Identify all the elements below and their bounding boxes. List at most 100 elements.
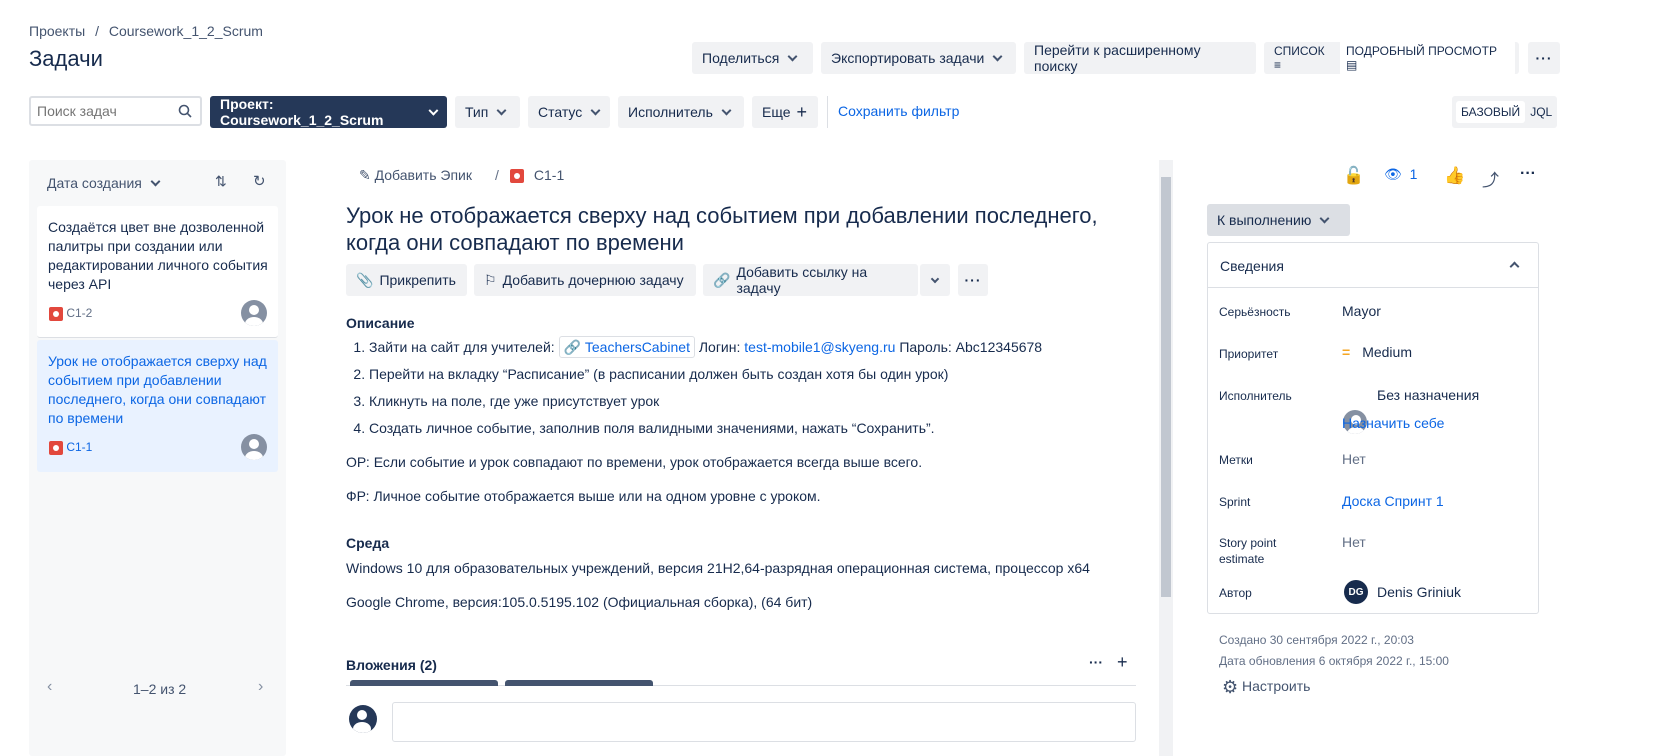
project-filter[interactable]: Проект: Coursework_1_2_Scrum <box>210 96 447 128</box>
add-child-button[interactable]: ⚐ Добавить дочернюю задачу <box>474 264 696 296</box>
environment-heading: Среда <box>346 535 390 551</box>
environment-os: Windows 10 для образовательных учреждени… <box>346 560 1090 576</box>
detail-view-icon: ▤ <box>1346 58 1358 72</box>
issue-key[interactable]: C1-1 <box>510 167 564 184</box>
scrollbar[interactable] <box>1159 160 1173 756</box>
author-label: Автор <box>1219 586 1252 600</box>
share-icon[interactable]: ⤴ <box>1482 166 1499 191</box>
expected-result: ОР: Если событие и урок совпадают по вре… <box>346 454 923 470</box>
breadcrumb-project[interactable]: Coursework_1_2_Scrum <box>109 23 263 39</box>
list-item-title: Урок не отображается сверху над событием… <box>48 353 267 426</box>
chevron-down-icon <box>496 105 507 115</box>
refresh-icon[interactable]: ↻ <box>253 172 266 190</box>
description-steps: Зайти на сайт для учителей: 🔗 TeachersCa… <box>347 334 1147 442</box>
attachments-more-icon[interactable]: ··· <box>1089 654 1103 670</box>
more-icon: ··· <box>964 272 982 288</box>
assignee-value[interactable]: Без назначения <box>1377 387 1479 403</box>
list-item-key: C1-1 <box>49 440 92 455</box>
sprint-value[interactable]: Доска Спринт 1 <box>1342 493 1444 509</box>
assign-to-me-link[interactable]: Назначить себе <box>1342 415 1444 431</box>
prev-page-icon[interactable]: ‹ <box>47 678 52 696</box>
severity-value[interactable]: Mayor <box>1342 303 1381 319</box>
scrollbar-thumb[interactable] <box>1161 177 1171 597</box>
add-epic-button[interactable]: ✎ Добавить Эпик <box>359 167 472 184</box>
step-2: Перейти на вкладку “Расписание” (в распи… <box>369 361 1147 388</box>
issue-list-panel: Дата создания ⇅ ↻ Создаётся цвет вне доз… <box>29 160 286 756</box>
advanced-search-button[interactable]: Перейти к расширенному поиску <box>1024 42 1256 74</box>
severity-label: Серьёзность <box>1219 305 1291 319</box>
comment-input[interactable] <box>392 702 1136 742</box>
search-icon <box>178 104 192 118</box>
more-icon[interactable]: ··· <box>1520 165 1536 183</box>
jql-mode-button[interactable]: JQL <box>1525 105 1557 119</box>
link-dropdown-button[interactable] <box>920 264 950 296</box>
author-avatar: DG <box>1344 580 1368 604</box>
watchers-button[interactable]: 👁 1 <box>1384 166 1417 183</box>
share-button[interactable]: Поделиться <box>692 42 813 74</box>
issue-title[interactable]: Урок не отображается сверху над событием… <box>346 202 1146 256</box>
chevron-down-icon <box>428 105 439 115</box>
like-icon[interactable]: 👍 <box>1444 166 1465 186</box>
attach-button[interactable]: 📎 Прикрепить <box>346 264 467 296</box>
chevron-down-icon <box>787 51 798 61</box>
assignee-filter[interactable]: Исполнитель <box>618 96 744 128</box>
export-button[interactable]: Экспортировать задачи <box>821 42 1016 74</box>
breadcrumb-projects[interactable]: Проекты <box>29 23 85 39</box>
labels-value[interactable]: Нет <box>1342 451 1366 467</box>
plus-icon: + <box>796 101 808 122</box>
list-view-button[interactable]: СПИСОК ≡ <box>1268 44 1340 72</box>
list-item[interactable]: Создаётся цвет вне дозволенной палитры п… <box>37 206 278 338</box>
attachments-heading: Вложения (2) <box>346 657 437 673</box>
list-item-selected[interactable]: Урок не отображается сверху над событием… <box>37 340 278 472</box>
list-item-title: Создаётся цвет вне дозволенной палитры п… <box>48 219 268 292</box>
add-link-button[interactable]: 🔗 Добавить ссылку на задачу <box>703 264 918 296</box>
search-input[interactable] <box>31 98 171 124</box>
paperclip-icon: 📎 <box>356 271 374 288</box>
priority-medium-icon: = <box>1342 344 1351 360</box>
avatar <box>349 705 377 733</box>
divider <box>827 96 828 128</box>
avatar <box>241 434 267 460</box>
search-box <box>29 96 202 126</box>
bug-icon <box>510 169 524 184</box>
view-toggle: СПИСОК ≡ ПОДРОБНЫЙ ПРОСМОТР ▤ <box>1264 40 1519 76</box>
configure-button[interactable]: ⚙ Настроить <box>1222 677 1310 698</box>
chevron-down-icon <box>590 105 601 115</box>
issue-more-button[interactable]: ··· <box>958 264 988 296</box>
bug-icon <box>49 440 63 455</box>
chevron-up-icon <box>1509 261 1520 272</box>
priority-value[interactable]: = Medium <box>1342 344 1412 360</box>
type-filter[interactable]: Тип <box>455 96 520 128</box>
assignee-label: Исполнитель <box>1219 389 1292 403</box>
detail-view-button[interactable]: ПОДРОБНЫЙ ПРОСМОТР ▤ <box>1340 40 1515 76</box>
updated-date: Дата обновления 6 октября 2022 г., 15:00 <box>1219 654 1449 668</box>
more-actions-button[interactable]: ··· <box>1528 42 1560 74</box>
sort-order-icon[interactable]: ⇅ <box>215 173 227 190</box>
teachers-cabinet-link[interactable]: 🔗 TeachersCabinet <box>558 336 695 358</box>
sprint-label: Sprint <box>1219 495 1251 509</box>
more-filter[interactable]: Еще + <box>752 96 818 128</box>
pagination: 1–2 из 2 <box>133 681 187 697</box>
status-dropdown[interactable]: К выполнению <box>1207 204 1350 236</box>
priority-label: Приоритет <box>1219 347 1279 361</box>
status-filter[interactable]: Статус <box>528 96 610 128</box>
hierarchy-icon: ⚐ <box>484 271 497 288</box>
login-email-link[interactable]: test-mobile1@skyeng.ru <box>744 339 895 355</box>
pencil-icon: ✎ <box>359 167 371 183</box>
attachment-thumbnail[interactable] <box>350 680 498 686</box>
details-header[interactable]: Сведения <box>1208 243 1538 288</box>
attachment-thumbnail[interactable] <box>505 680 653 686</box>
step-3: Кликнуть на поле, где уже присутствует у… <box>369 388 1147 415</box>
attachments-add-icon[interactable]: + <box>1117 652 1128 673</box>
link-icon: 🔗 <box>563 339 581 355</box>
breadcrumb: Проекты / Coursework_1_2_Scrum <box>29 23 263 39</box>
more-icon: ··· <box>1535 50 1553 66</box>
eye-icon: 👁 <box>1384 166 1402 182</box>
save-filter-link[interactable]: Сохранить фильтр <box>838 103 959 119</box>
story-point-value[interactable]: Нет <box>1342 534 1366 550</box>
sort-dropdown[interactable]: Дата создания <box>47 175 161 191</box>
lock-icon[interactable]: 🔓 <box>1343 166 1364 186</box>
environment-browser: Google Chrome, версия:105.0.5195.102 (Оф… <box>346 594 813 610</box>
basic-mode-button[interactable]: БАЗОВЫЙ <box>1456 101 1526 123</box>
next-page-icon[interactable]: › <box>258 678 263 696</box>
